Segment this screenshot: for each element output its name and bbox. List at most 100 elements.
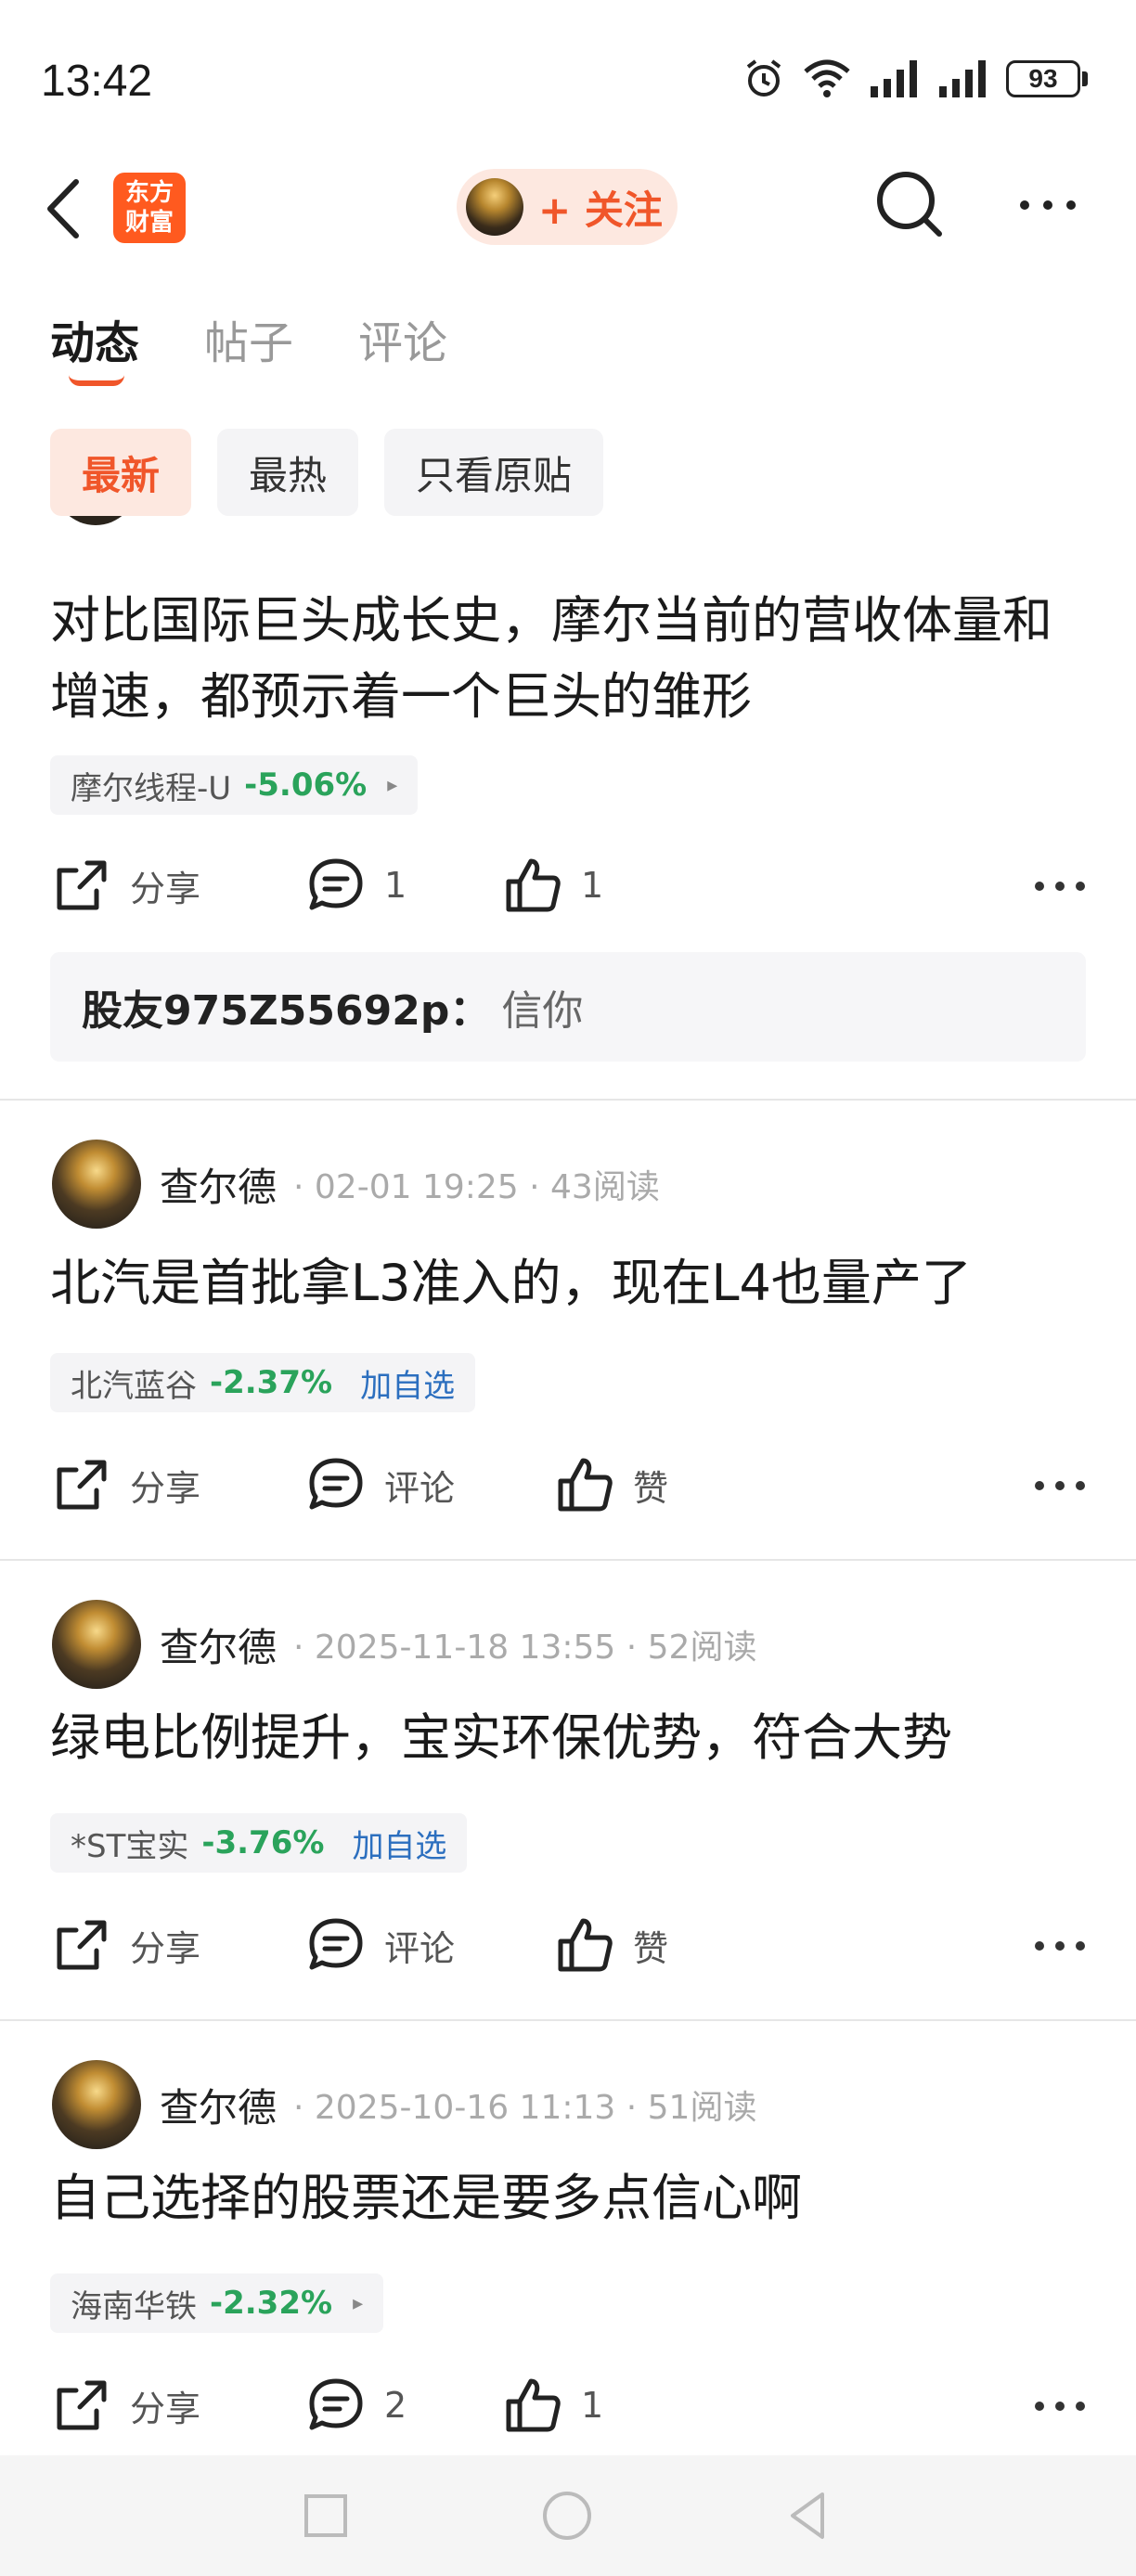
share-icon: [57, 860, 107, 910]
post-card[interactable]: 查尔德 · 2025-10-16 11:13 · 51阅读 自己选择的股票还是要…: [0, 2021, 1136, 2455]
tab-comments-label: 评论: [358, 317, 448, 369]
status-time: 13:42: [41, 57, 153, 106]
search-icon: [877, 172, 942, 237]
status-bar: 13:42 93: [0, 0, 1136, 158]
stock-change: -5.06%: [244, 766, 368, 804]
stock-tag[interactable]: 海南华铁 -2.32% ▸: [50, 2273, 384, 2333]
content-tabs: 动态 帖子 评论: [50, 306, 447, 386]
post-text: 北汽是首批拿L3准入的，现在L4也量产了: [50, 1254, 972, 1312]
reply-text: 信你: [501, 987, 584, 1035]
home-button[interactable]: [535, 2483, 600, 2548]
share-label: 分享: [130, 1467, 201, 1509]
share-button[interactable]: 分享: [52, 848, 200, 922]
like-button[interactable]: 赞: [555, 1448, 668, 1522]
post-text: 绿电比例提升，宝实环保优势，符合大势: [50, 1708, 952, 1767]
battery-level: 93: [1006, 60, 1080, 97]
more-dots-icon: [1020, 200, 1076, 210]
like-button[interactable]: 赞: [555, 1908, 668, 1982]
more-options-button[interactable]: [1015, 182, 1080, 228]
author-avatar[interactable]: [52, 1600, 141, 1689]
follow-button[interactable]: + 关注: [457, 169, 678, 245]
add-to-watchlist[interactable]: 加自选: [352, 1821, 446, 1866]
like-button[interactable]: 1: [503, 848, 603, 922]
share-button[interactable]: 分享: [52, 2368, 200, 2442]
more-dots-icon: [1035, 1941, 1085, 1951]
post-card[interactable]: 查尔德 · 2025-11-18 13:55 · 52阅读 绿电比例提升，宝实环…: [0, 1561, 1136, 2021]
share-icon: [57, 1460, 107, 1510]
search-button[interactable]: [872, 167, 947, 241]
back-arrow-icon: [47, 179, 79, 238]
post-actions: 分享 评论 赞: [52, 1448, 1088, 1522]
back-button[interactable]: [45, 176, 100, 241]
comment-count: 1: [384, 865, 407, 906]
app-logo: 东方 财富: [113, 173, 186, 243]
thumbs-up-icon: [506, 2378, 561, 2432]
post-header: 查尔德 · 2025-11-18 13:55 · 52阅读: [52, 1600, 756, 1689]
post-more-button[interactable]: [1032, 1462, 1088, 1509]
post-meta: · 02-01 19:25 · 43阅读: [293, 1168, 660, 1206]
comment-icon: [309, 1918, 363, 1970]
stock-change: -2.32%: [210, 2285, 333, 2322]
stock-change: -3.76%: [201, 1824, 325, 1861]
tab-comments[interactable]: 评论: [358, 306, 447, 371]
post-meta: · 2025-10-16 11:13 · 51阅读: [293, 2089, 757, 2127]
tab-active-indicator: [69, 375, 124, 386]
wifi-icon: [804, 59, 850, 97]
comment-button[interactable]: 1: [306, 848, 407, 922]
stock-name: 海南华铁: [71, 2287, 197, 2325]
author-name[interactable]: 查尔德: [160, 1616, 277, 1673]
feed: 对比国际巨头成长史，摩尔当前的营收体量和增速，都预示着一个巨头的雏形 摩尔线程-…: [0, 516, 1136, 2455]
signal-icon: [871, 60, 917, 97]
stock-tag[interactable]: *ST宝实 -3.76% 加自选: [50, 1813, 468, 1873]
like-count: 1: [581, 865, 604, 906]
like-label: 赞: [633, 1927, 669, 1969]
logo-line1: 东方: [124, 179, 174, 207]
signal-icon-2: [939, 60, 986, 97]
tab-activity-label: 动态: [50, 317, 140, 369]
share-button[interactable]: 分享: [52, 1908, 200, 1982]
post-actions: 分享 评论 赞: [52, 1908, 1088, 1982]
reply-user: 股友975Z55692p：: [82, 987, 491, 1035]
reply-preview[interactable]: 股友975Z55692p： 信你: [50, 952, 1086, 1062]
alarm-icon: [746, 59, 781, 97]
comment-label: 评论: [384, 1467, 456, 1509]
recent-apps-button[interactable]: [293, 2483, 358, 2548]
post-more-button[interactable]: [1032, 1923, 1088, 1969]
filter-original-only[interactable]: 只看原贴: [384, 429, 604, 516]
like-button[interactable]: 1: [503, 2368, 603, 2442]
post-header: 查尔德 · 2025-10-16 11:13 · 51阅读: [52, 2060, 756, 2149]
author-name[interactable]: 查尔德: [160, 2077, 277, 2133]
system-back-button[interactable]: [776, 2483, 841, 2548]
comment-icon: [309, 2378, 363, 2430]
more-dots-icon: [1035, 1481, 1085, 1490]
comment-icon: [309, 858, 363, 910]
comment-icon: [309, 1458, 363, 1510]
expand-arrow-icon: ▸: [387, 773, 398, 797]
filter-latest[interactable]: 最新: [50, 429, 192, 516]
system-nav-bar: [0, 2455, 1136, 2576]
comment-button[interactable]: 评论: [306, 1908, 455, 1982]
comment-button[interactable]: 评论: [306, 1448, 455, 1522]
thumbs-up-icon: [558, 1458, 613, 1512]
stock-change: -2.37%: [210, 1364, 333, 1401]
comment-button[interactable]: 2: [306, 2368, 407, 2442]
post-card[interactable]: 对比国际巨头成长史，摩尔当前的营收体量和增速，都预示着一个巨头的雏形 摩尔线程-…: [0, 516, 1136, 1101]
author-avatar[interactable]: [52, 2060, 141, 2149]
post-more-button[interactable]: [1032, 863, 1088, 909]
share-label: 分享: [130, 1927, 201, 1969]
stock-tag[interactable]: 摩尔线程-U -5.06% ▸: [50, 755, 419, 815]
square-icon: [304, 2494, 347, 2537]
add-to-watchlist[interactable]: 加自选: [360, 1360, 455, 1406]
share-icon: [57, 2380, 107, 2430]
tab-activity[interactable]: 动态: [50, 306, 140, 386]
share-button[interactable]: 分享: [52, 1448, 200, 1522]
tab-posts[interactable]: 帖子: [204, 306, 293, 371]
post-header: 查尔德 · 02-01 19:25 · 43阅读: [52, 1140, 660, 1229]
author-name[interactable]: 查尔德: [160, 1156, 277, 1213]
comment-label: 评论: [384, 1927, 456, 1969]
post-card[interactable]: 查尔德 · 02-01 19:25 · 43阅读 北汽是首批拿L3准入的，现在L…: [0, 1101, 1136, 1561]
author-avatar[interactable]: [52, 1140, 141, 1229]
post-more-button[interactable]: [1032, 2383, 1088, 2429]
filter-hot[interactable]: 最热: [217, 429, 359, 516]
stock-tag[interactable]: 北汽蓝谷 -2.37% 加自选: [50, 1353, 476, 1412]
